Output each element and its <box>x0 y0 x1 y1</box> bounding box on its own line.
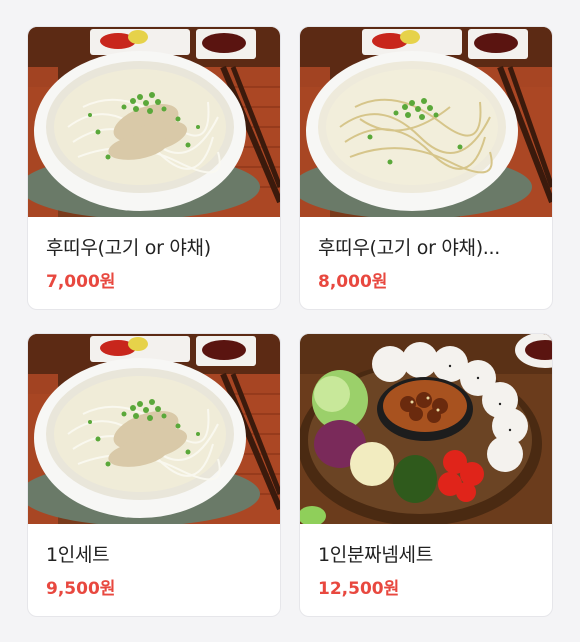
bun-cha-image <box>300 334 552 524</box>
menu-item-price: 12,500원 <box>318 579 400 599</box>
menu-item-name: 1인분짜넴세트 <box>318 544 433 566</box>
menu-item-name: 후띠우(고기 or 야채)... <box>318 237 501 259</box>
pho-image <box>300 27 552 217</box>
menu-item-price: 9,500원 <box>46 579 116 599</box>
pho-image <box>28 334 280 524</box>
menu-item-price: 7,000원 <box>46 272 116 292</box>
menu-item-card[interactable]: 후띠우(고기 or 야채) 7,000원 <box>27 26 281 310</box>
menu-item-card[interactable]: 1인분짜넴세트 12,500원 <box>299 333 553 617</box>
menu-item-price: 8,000원 <box>318 272 388 292</box>
menu-item-card[interactable]: 1인세트 9,500원 <box>27 333 281 617</box>
pho-image <box>28 27 280 217</box>
menu-item-name: 후띠우(고기 or 야채) <box>46 237 211 259</box>
menu-grid: 후띠우(고기 or 야채) 7,000원 후띠우(고기 or 야채)... 8,… <box>0 0 580 642</box>
menu-item-name: 1인세트 <box>46 544 110 566</box>
menu-item-card[interactable]: 후띠우(고기 or 야채)... 8,000원 <box>299 26 553 310</box>
